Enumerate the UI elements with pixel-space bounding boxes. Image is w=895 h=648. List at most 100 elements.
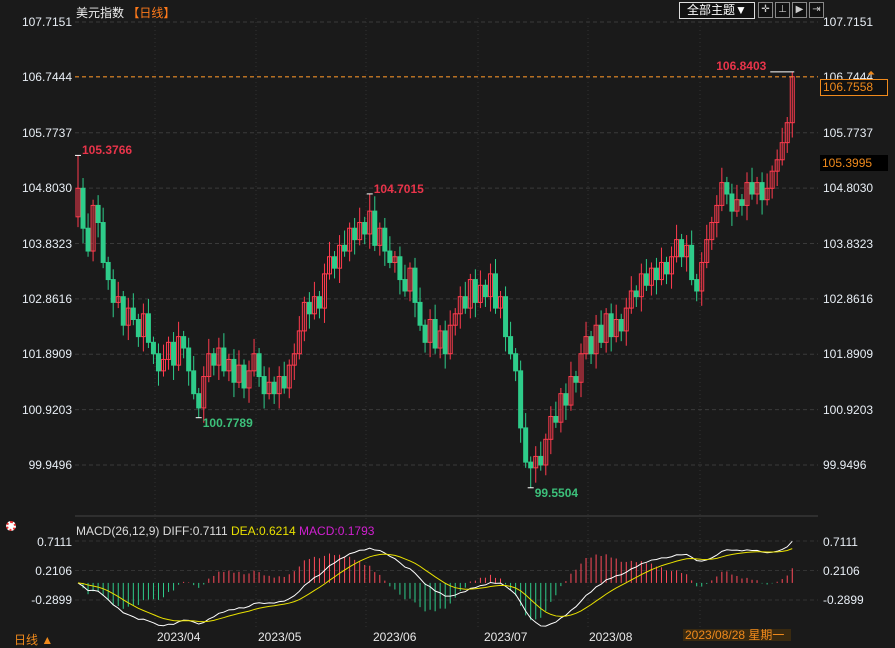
price-axis-right-label: 102.8616 xyxy=(823,291,874,306)
candle-body xyxy=(643,273,649,286)
extreme-price-label: 106.8403 xyxy=(716,58,767,73)
price-axis-left-label: 105.7737 xyxy=(21,125,72,140)
candle-body xyxy=(538,455,544,466)
reference-price-label: 105.3995 xyxy=(820,155,888,171)
scroll-up-icon[interactable]: ⏶ xyxy=(867,68,875,79)
axis-icon[interactable]: ⊥ xyxy=(775,2,790,18)
candle-body xyxy=(261,376,267,395)
price-axis-right-label: 103.8323 xyxy=(823,236,874,251)
theme-dropdown[interactable]: 全部主题▼ xyxy=(679,2,755,19)
candle-body xyxy=(105,261,111,281)
candlestick-chart[interactable] xyxy=(0,0,895,641)
candle-body xyxy=(563,393,569,406)
macd-name: MACD(26,12,9) xyxy=(76,524,160,538)
macd-axis-left-label: -0.2899 xyxy=(31,593,72,607)
macd-axis-right-label: 0.7111 xyxy=(823,535,858,549)
price-axis-right-label: 107.7151 xyxy=(823,15,874,29)
candle-body xyxy=(482,284,488,298)
price-axis-left-label: 104.8030 xyxy=(21,181,72,196)
candle-body xyxy=(694,279,700,292)
candle-body xyxy=(186,347,192,372)
candle-body xyxy=(397,256,403,281)
x-axis-label: 2023/04 xyxy=(157,630,201,644)
candle-body xyxy=(145,313,151,343)
candle-body xyxy=(618,319,624,332)
x-axis-label: 2023/05 xyxy=(258,630,302,644)
candle-body xyxy=(724,182,730,195)
candle-body xyxy=(749,182,755,195)
candle-body xyxy=(442,330,448,355)
candle-body xyxy=(573,376,579,383)
x-axis-label: 2023/08 xyxy=(589,630,633,644)
extreme-price-label: 104.7015 xyxy=(373,181,424,196)
macd-axis-left-label: 0.7111 xyxy=(37,535,72,549)
candle-body xyxy=(518,370,524,429)
candle-body xyxy=(664,261,670,275)
candle-body xyxy=(729,193,735,212)
candle-body xyxy=(588,336,594,355)
candle-body xyxy=(120,296,126,326)
extreme-price-label: 99.5504 xyxy=(534,485,579,500)
symbol-name: 美元指数 xyxy=(76,6,125,20)
price-axis-right-label: 99.9496 xyxy=(823,458,867,472)
candle-body xyxy=(316,296,322,309)
price-axis-left-label: 103.8323 xyxy=(21,236,72,251)
candle-body xyxy=(110,279,116,303)
candle-body xyxy=(472,279,478,303)
candle-body xyxy=(332,256,338,269)
candle-body xyxy=(271,381,277,395)
macd-legend: MACD(26,12,9) DIFF:0.7111 DEA:0.6214 MAC… xyxy=(76,524,374,538)
timeframe-label: 【日线】 xyxy=(127,6,176,20)
candle-body xyxy=(739,199,745,206)
cursor-date-label: 2023/08/28 星期一 xyxy=(683,629,791,641)
candle-body xyxy=(80,187,86,229)
candle-body xyxy=(382,227,388,252)
crosshair-icon[interactable]: ✛ xyxy=(758,2,773,18)
candle-body xyxy=(95,204,101,224)
candle-body xyxy=(221,347,227,372)
candle-body xyxy=(181,336,187,349)
candle-body xyxy=(462,296,468,309)
candle-body xyxy=(653,267,659,281)
timeframe-toggle[interactable]: 日线 ▲ xyxy=(14,631,53,648)
price-axis-left-label: 107.7151 xyxy=(21,15,72,29)
candle-body xyxy=(412,267,418,303)
price-axis-right-label: 105.7737 xyxy=(823,125,874,140)
candle-body xyxy=(100,222,106,263)
current-price-label: 106.7558 xyxy=(820,79,888,96)
candle-body xyxy=(689,244,695,281)
indicator-settings-icon[interactable] xyxy=(6,521,16,531)
candle-body xyxy=(417,301,423,326)
candle-body xyxy=(306,301,312,315)
candle-body xyxy=(362,222,368,235)
price-axis-right-label: 104.8030 xyxy=(823,181,874,196)
candle-body xyxy=(372,210,378,246)
play-icon[interactable]: ▶ xyxy=(792,2,807,18)
candle-body xyxy=(432,319,438,349)
candle-body xyxy=(155,353,161,372)
price-axis-right-label: 100.9203 xyxy=(823,402,874,417)
price-axis-left-label: 99.9496 xyxy=(28,458,72,472)
candle-body xyxy=(508,336,514,355)
price-axis-left-label: 106.7444 xyxy=(21,70,72,85)
candle-body xyxy=(528,461,534,469)
candle-body xyxy=(402,279,408,292)
candle-body xyxy=(523,427,529,463)
candle-body xyxy=(608,313,614,338)
candle-body xyxy=(679,239,685,258)
candle-body xyxy=(633,290,639,298)
macd-axis-right-label: -0.2899 xyxy=(823,593,864,607)
macd-axis-left-label: 0.2106 xyxy=(35,564,72,578)
candle-body xyxy=(352,227,358,241)
x-axis-label: 2023/06 xyxy=(373,630,417,644)
candle-body xyxy=(598,324,604,343)
extreme-price-label: 100.7789 xyxy=(202,415,253,430)
candle-body xyxy=(231,358,237,383)
candle-body xyxy=(513,353,519,372)
x-axis-label: 2023/07 xyxy=(484,630,528,644)
candle-body xyxy=(759,182,765,201)
exit-icon[interactable]: ⇥ xyxy=(809,2,824,18)
price-axis-left-label: 101.8909 xyxy=(21,347,72,362)
macd-value: MACD:0.1793 xyxy=(299,524,375,538)
candle-body xyxy=(281,376,287,389)
